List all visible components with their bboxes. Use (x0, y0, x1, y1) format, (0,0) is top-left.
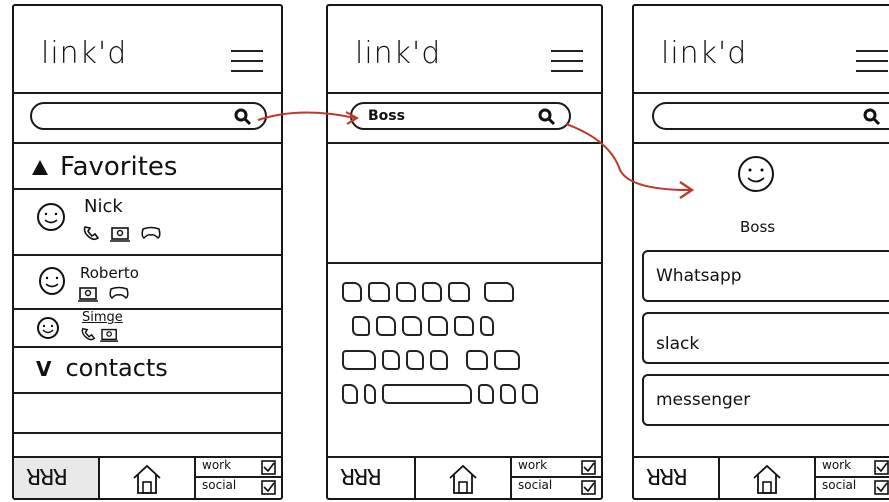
flow-arrow-results-to-detail (565, 123, 691, 191)
flow-arrows (257, 111, 695, 199)
flow-arrow-search-to-results (257, 111, 356, 121)
